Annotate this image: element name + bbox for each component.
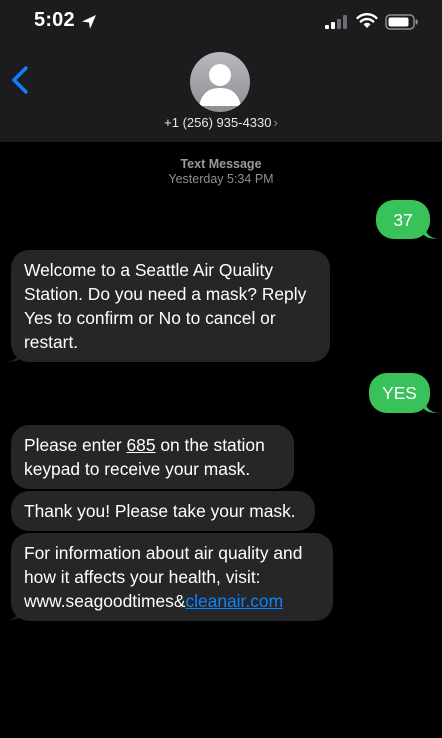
message-text: Please enter <box>24 435 127 455</box>
back-button[interactable] <box>6 62 36 98</box>
message-line: Welcome to a Seattle Air Quality <box>24 260 274 280</box>
cleanair-link[interactable]: cleanair.com <box>185 591 283 611</box>
message-text: 37 <box>393 210 413 230</box>
message-line: how it affects your health, visit: <box>24 567 261 587</box>
message-bubble-incoming[interactable]: Please enter 685 on the station keypad t… <box>11 425 294 489</box>
message-time-label: Yesterday 5:34 PM <box>168 172 274 186</box>
cellular-signal-icon <box>325 15 347 29</box>
chevron-right-icon: › <box>273 115 278 130</box>
location-arrow-icon <box>82 15 96 29</box>
message-line: Please enter 685 on the station <box>24 433 280 457</box>
thread-timestamp: Text Message Yesterday 5:34 PM <box>0 157 442 187</box>
message-text: YES <box>382 383 417 403</box>
contact-name-button[interactable]: +1 (256) 935-4330 › <box>0 115 442 130</box>
person-icon <box>199 64 241 106</box>
bubble-tail <box>424 400 438 413</box>
message-text: www.seagoodtimes& <box>24 591 186 611</box>
battery-icon <box>385 14 418 30</box>
contact-avatar[interactable] <box>190 52 250 112</box>
bubble-tail <box>7 607 21 620</box>
message-line: restart. <box>24 332 79 352</box>
message-text: on the station <box>155 435 265 455</box>
message-line: keypad to receive your mask. <box>24 459 251 479</box>
wifi-icon <box>356 13 378 28</box>
message-line: Yes to confirm or No to cancel or <box>24 308 276 328</box>
message-bubble-incoming[interactable]: For information about air quality and ho… <box>11 533 333 621</box>
mask-code[interactable]: 685 <box>126 435 155 455</box>
message-bubble-outgoing[interactable]: YES <box>369 373 430 413</box>
message-line: For information about air quality and <box>24 543 303 563</box>
contact-number: +1 (256) 935-4330 <box>164 115 272 130</box>
message-bubble-incoming[interactable]: Welcome to a Seattle Air Quality Station… <box>11 250 330 362</box>
message-bubble-incoming[interactable]: Thank you! Please take your mask. <box>11 491 315 531</box>
message-line: Station. Do you need a mask? Reply <box>24 284 307 304</box>
message-line: www.seagoodtimes&cleanair.com <box>24 589 319 613</box>
bubble-tail <box>424 226 438 239</box>
status-time: 5:02 <box>34 9 75 31</box>
message-bubble-outgoing[interactable]: 37 <box>376 200 430 239</box>
conversation-header: 5:02 +1 (256) 935-4330 › <box>0 0 442 142</box>
message-type-label: Text Message <box>180 157 262 171</box>
bubble-tail <box>7 349 21 362</box>
message-line: Thank you! Please take your mask. <box>24 501 296 521</box>
